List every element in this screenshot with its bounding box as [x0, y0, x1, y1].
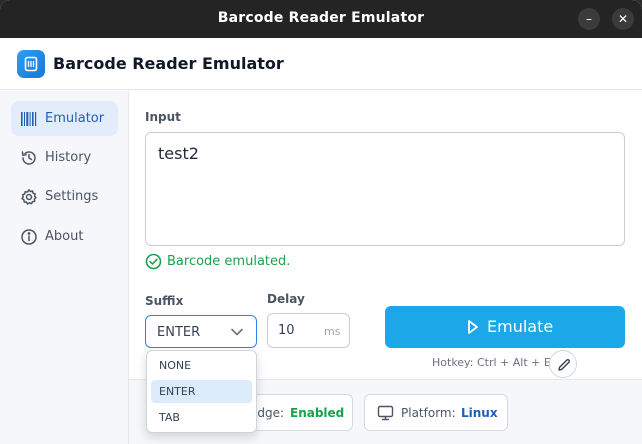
sidebar-item-settings[interactable]: Settings — [11, 179, 118, 214]
close-button[interactable]: ✕ — [612, 8, 634, 30]
title-bar: Barcode Reader Emulator – ✕ — [0, 0, 642, 38]
play-icon — [468, 320, 478, 334]
sidebar-item-label: Settings — [45, 189, 99, 204]
hotkey-text: Hotkey: Ctrl + Alt + E — [432, 356, 551, 369]
platform-card: Platform: Linux — [364, 394, 508, 431]
emulate-button[interactable]: Emulate — [385, 306, 625, 348]
platform-value: Linux — [461, 406, 498, 420]
sidebar-item-emulator[interactable]: Emulator — [11, 101, 118, 136]
barcode-input[interactable]: test2 — [145, 132, 625, 246]
sidebar-item-label: Emulator — [45, 111, 105, 126]
sidebar-item-label: History — [45, 150, 92, 165]
status-message: Barcode emulated. — [145, 253, 290, 271]
check-circle-icon — [145, 253, 162, 270]
delay-value: 10 — [278, 323, 295, 338]
info-icon — [20, 228, 38, 246]
option-label: ENTER — [159, 385, 196, 398]
platform-key: Platform: — [401, 406, 456, 420]
suffix-selected-value: ENTER — [157, 325, 201, 340]
suffix-select[interactable]: ENTER — [145, 315, 257, 348]
app-title: Barcode Reader Emulator — [53, 54, 284, 73]
history-icon — [20, 149, 38, 167]
suffix-option-enter[interactable]: ENTER — [151, 380, 252, 403]
barcode-icon — [20, 110, 38, 128]
delay-unit: ms — [324, 325, 341, 338]
suffix-label: Suffix — [145, 294, 184, 308]
monitor-icon — [377, 405, 394, 421]
delay-input[interactable]: 10 ms — [267, 313, 350, 348]
emulate-button-label: Emulate — [487, 317, 554, 336]
pencil-icon — [558, 358, 571, 371]
gear-icon — [20, 188, 38, 206]
sidebar-item-label: About — [45, 229, 84, 244]
sidebar-item-history[interactable]: History — [11, 140, 118, 175]
option-label: TAB — [159, 411, 180, 424]
minimize-button[interactable]: – — [578, 8, 600, 30]
edit-hotkey-button[interactable] — [549, 350, 577, 378]
app-header: Barcode Reader Emulator — [0, 38, 642, 90]
suffix-dropdown-menu: NONE ENTER TAB — [146, 350, 257, 433]
chevron-down-icon — [231, 328, 243, 336]
app-window: Barcode Reader Emulator – ✕ Barcode Read… — [0, 0, 642, 444]
window-title: Barcode Reader Emulator — [217, 10, 425, 26]
badge-status-value: Enabled — [290, 406, 345, 420]
suffix-option-tab[interactable]: TAB — [151, 406, 252, 429]
option-label: NONE — [159, 359, 192, 372]
delay-label: Delay — [267, 292, 305, 306]
barcode-scanner-icon — [17, 50, 45, 78]
status-text: Barcode emulated. — [167, 254, 291, 269]
input-label: Input — [145, 110, 181, 124]
suffix-option-none[interactable]: NONE — [151, 354, 252, 377]
sidebar: Emulator History Settings About — [0, 91, 129, 444]
sidebar-item-about[interactable]: About — [11, 219, 118, 254]
